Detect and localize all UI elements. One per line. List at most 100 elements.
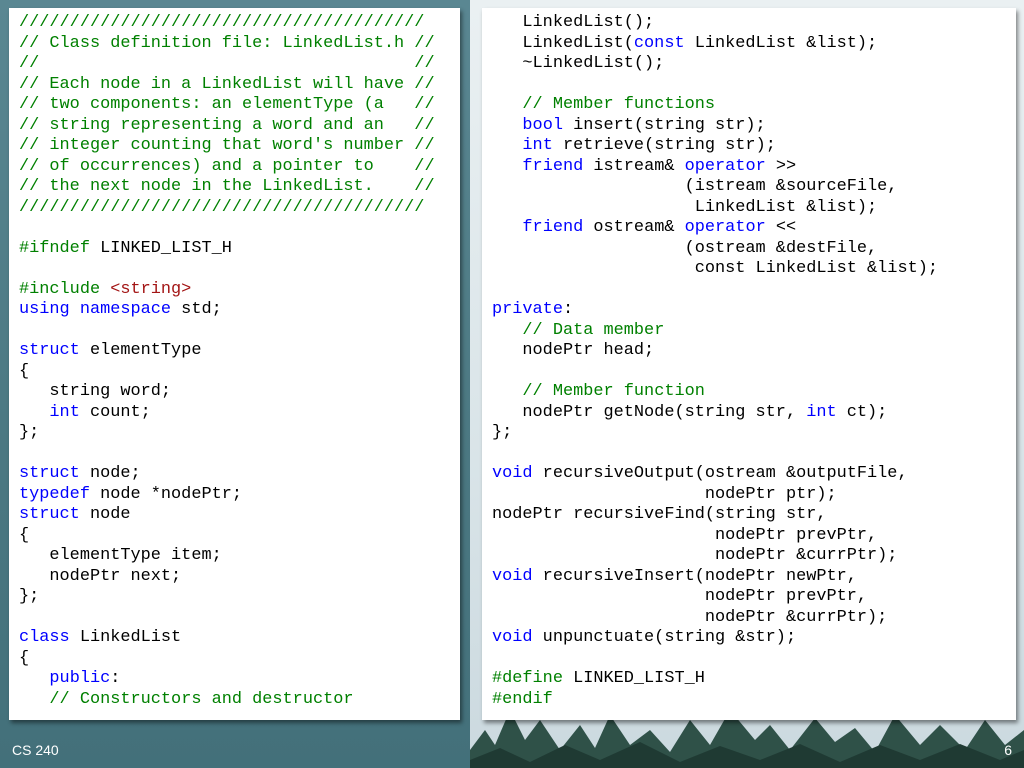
code-token: void — [492, 566, 533, 586]
code-token: ct); — [836, 402, 888, 422]
code-token: #define — [492, 669, 563, 688]
code-token: string word; — [19, 382, 172, 401]
code-line: // Member function — [492, 382, 938, 403]
code-token: >> — [765, 156, 797, 176]
code-line: typedef node *nodePtr; — [19, 485, 435, 506]
code-token: { — [19, 361, 30, 381]
code-token: friend — [522, 156, 584, 176]
code-line: // Class definition file: LinkedList.h /… — [19, 34, 435, 55]
code-token: #ifndef — [19, 238, 90, 258]
code-token: nodePtr &currPtr); — [492, 546, 898, 565]
code-token: : — [110, 669, 121, 688]
code-block-left: ////////////////////////////////////////… — [19, 13, 435, 710]
code-token: // of occurrences) and a pointer to // — [19, 156, 435, 176]
code-line: nodePtr ptr); — [492, 485, 938, 506]
code-line: void unpunctuate(string &str); — [492, 628, 938, 649]
code-line: { — [19, 649, 435, 670]
code-line: int retrieve(string str); — [492, 136, 938, 157]
code-line: nodePtr prevPtr, — [492, 526, 938, 547]
code-token: (ostream &destFile, — [492, 238, 878, 258]
code-line: using namespace std; — [19, 300, 435, 321]
code-token: // Data member — [522, 320, 665, 340]
code-token: istream& — [583, 156, 685, 176]
code-token: elementType item; — [19, 546, 222, 565]
code-token: friend — [522, 218, 584, 237]
code-token: nodePtr next; — [19, 566, 182, 586]
code-token: std; — [171, 300, 222, 319]
code-line: // integer counting that word's number /… — [19, 136, 435, 157]
code-token: using namespace — [19, 300, 172, 319]
code-line: #define LINKED_LIST_H — [492, 669, 938, 690]
code-line: struct node — [19, 505, 435, 526]
code-token: count; — [79, 402, 151, 422]
code-line: ~LinkedList(); — [492, 54, 938, 75]
code-token: LINKED_LIST_H — [562, 669, 705, 688]
code-token: private — [492, 300, 563, 319]
code-token: recursiveInsert(nodePtr newPtr, — [532, 566, 857, 586]
code-token: int — [522, 136, 553, 155]
code-block-right: LinkedList(); LinkedList(const LinkedLis… — [492, 13, 938, 710]
code-line: void recursiveInsert(nodePtr newPtr, — [492, 567, 938, 588]
code-line: }; — [492, 423, 938, 444]
code-line: // string representing a word and an // — [19, 116, 435, 137]
code-token: operator — [684, 156, 766, 176]
code-panel-right: LinkedList(); LinkedList(const LinkedLis… — [482, 8, 1016, 720]
code-token: << — [765, 218, 797, 237]
code-token: int — [806, 402, 837, 422]
code-line: friend ostream& operator << — [492, 218, 938, 239]
code-line: LinkedList(const LinkedList &list); — [492, 34, 938, 55]
code-token: LinkedList(); — [492, 13, 655, 32]
code-line: #endif — [492, 690, 938, 711]
code-line: // // — [19, 54, 435, 75]
code-token: LINKED_LIST_H — [89, 238, 232, 258]
code-token: //////////////////////////////////////// — [19, 197, 425, 217]
code-token: const LinkedList &list); — [492, 259, 938, 278]
code-line: // two components: an elementType (a // — [19, 95, 435, 116]
code-line: //////////////////////////////////////// — [19, 13, 435, 34]
code-token: recursiveOutput(ostream &outputFile, — [532, 464, 908, 483]
code-token: node; — [79, 464, 141, 483]
code-line: //////////////////////////////////////// — [19, 198, 435, 219]
code-token: node — [79, 505, 131, 524]
code-token: // integer counting that word's number /… — [19, 136, 435, 155]
code-token: bool — [522, 115, 563, 135]
code-line: class LinkedList — [19, 628, 435, 649]
code-line: const LinkedList &list); — [492, 259, 938, 280]
code-token: : — [562, 300, 574, 319]
code-token: // // — [19, 54, 435, 73]
code-token: nodePtr getNode(string str, — [492, 402, 807, 422]
code-token: #include — [19, 279, 111, 299]
code-line: nodePtr head; — [492, 341, 938, 362]
code-line: private: — [492, 300, 938, 321]
code-token: unpunctuate(string &str); — [532, 628, 797, 647]
code-line: struct elementType — [19, 341, 435, 362]
code-line: // of occurrences) and a pointer to // — [19, 157, 435, 178]
code-token: // Constructors and destructor — [49, 689, 354, 709]
code-token: struct — [19, 505, 80, 524]
code-token: int — [49, 402, 80, 422]
code-line: // Constructors and destructor — [19, 690, 435, 711]
code-token: { — [19, 648, 30, 668]
code-token: struct — [19, 464, 80, 483]
code-token: LinkedList( — [492, 33, 634, 53]
code-token: nodePtr &currPtr); — [492, 607, 888, 627]
code-line: void recursiveOutput(ostream &outputFile… — [492, 464, 938, 485]
code-token: operator — [684, 218, 766, 237]
code-token: // two components: an elementType (a // — [19, 95, 435, 114]
code-line: LinkedList &list); — [492, 198, 938, 219]
course-label: CS 240 — [12, 742, 59, 758]
code-line: nodePtr &currPtr); — [492, 546, 938, 567]
code-line: { — [19, 526, 435, 547]
code-line: bool insert(string str); — [492, 116, 938, 137]
code-token: }; — [19, 587, 40, 606]
